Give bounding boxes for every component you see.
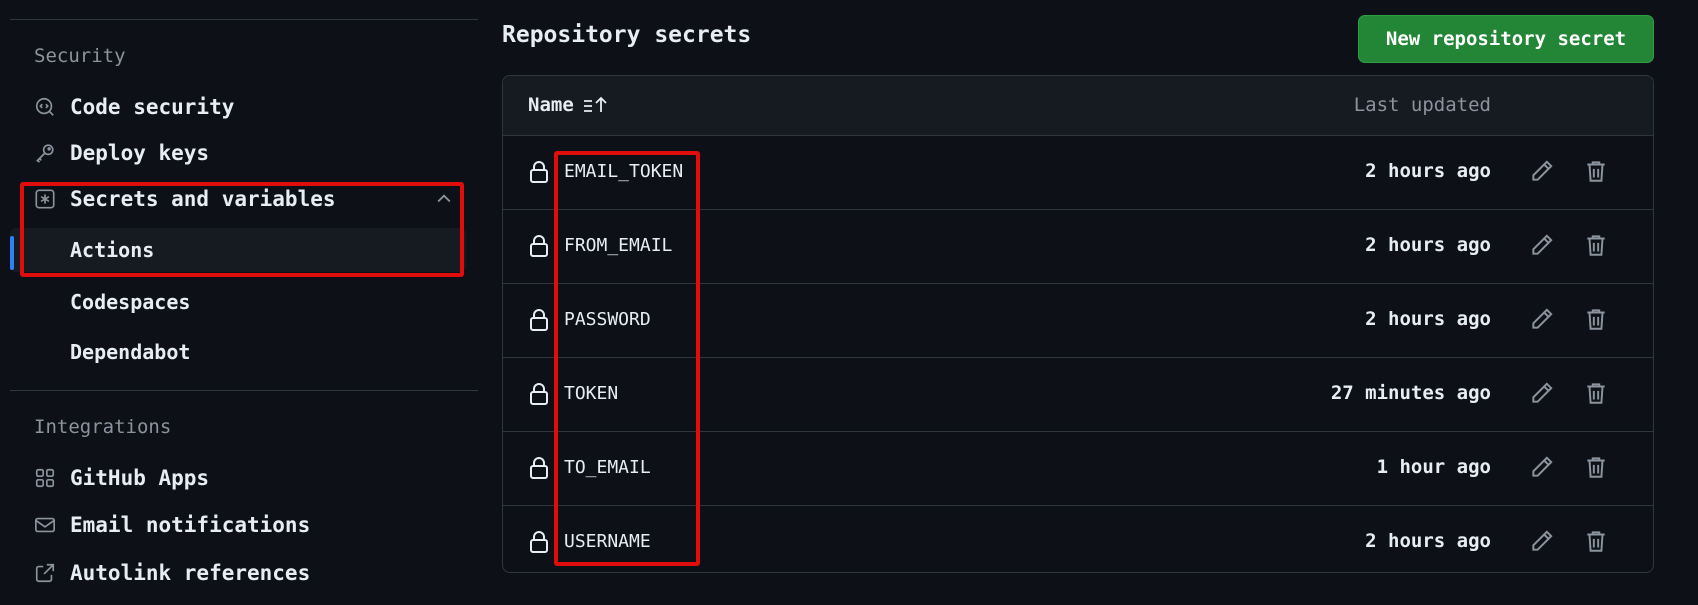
- sort-by-name-button[interactable]: Name: [528, 94, 608, 116]
- sidebar-item-label: Actions: [70, 238, 155, 262]
- table-row: TO_EMAIL 1 hour ago: [503, 432, 1653, 506]
- trash-icon[interactable]: [1583, 454, 1609, 480]
- sidebar-item-label: Code security: [70, 95, 235, 119]
- sidebar-item-actions[interactable]: Actions: [10, 228, 466, 272]
- lock-icon: [530, 309, 548, 331]
- pencil-icon[interactable]: [1529, 454, 1555, 480]
- sidebar-item-secrets-and-variables[interactable]: Secrets and variables: [10, 177, 466, 221]
- security-heading: Security: [34, 45, 126, 67]
- table-row: USERNAME 2 hours ago: [503, 506, 1653, 572]
- mail-icon: [34, 514, 56, 536]
- trash-icon[interactable]: [1583, 158, 1609, 184]
- table-header: Name Last updated: [503, 76, 1653, 136]
- table-row: TOKEN 27 minutes ago: [503, 358, 1653, 432]
- pencil-icon[interactable]: [1529, 306, 1555, 332]
- table-row: PASSWORD 2 hours ago: [503, 284, 1653, 358]
- chevron-up-icon: [434, 189, 454, 209]
- pencil-icon[interactable]: [1529, 158, 1555, 184]
- secret-last-updated: 2 hours ago: [1365, 160, 1491, 182]
- apps-icon: [34, 467, 56, 489]
- sidebar-divider: [10, 19, 478, 20]
- secrets-table: Name Last updated EMAIL_TOKEN 2 hours ag…: [502, 75, 1654, 573]
- column-header-name: Name: [528, 94, 574, 116]
- key-icon: [34, 142, 56, 164]
- secret-last-updated: 2 hours ago: [1365, 308, 1491, 330]
- trash-icon[interactable]: [1583, 306, 1609, 332]
- lock-icon: [530, 235, 548, 257]
- settings-sidebar: Security Code security Deploy keys Secre…: [0, 0, 478, 605]
- pencil-icon[interactable]: [1529, 528, 1555, 554]
- secret-last-updated: 2 hours ago: [1365, 234, 1491, 256]
- sort-ascending-icon: [583, 96, 607, 112]
- lock-icon: [530, 383, 548, 405]
- trash-icon[interactable]: [1583, 232, 1609, 258]
- sidebar-item-label: Codespaces: [70, 290, 191, 314]
- sidebar-item-code-security[interactable]: Code security: [10, 85, 466, 129]
- integrations-heading: Integrations: [34, 416, 172, 438]
- link-external-icon: [34, 562, 56, 584]
- sidebar-item-label: Secrets and variables: [70, 187, 336, 211]
- asterisk-icon: [34, 188, 56, 210]
- secret-last-updated: 1 hour ago: [1376, 456, 1491, 478]
- table-row: FROM_EMAIL 2 hours ago: [503, 210, 1653, 284]
- sidebar-item-codespaces[interactable]: Codespaces: [10, 280, 466, 324]
- trash-icon[interactable]: [1583, 528, 1609, 554]
- active-indicator: [10, 236, 14, 270]
- column-header-last-updated: Last updated: [1353, 94, 1491, 116]
- lock-icon: [530, 531, 548, 553]
- sidebar-item-deploy-keys[interactable]: Deploy keys: [10, 131, 466, 175]
- table-row: EMAIL_TOKEN 2 hours ago: [503, 136, 1653, 210]
- sidebar-item-autolink-references[interactable]: Autolink references: [10, 551, 466, 595]
- pencil-icon[interactable]: [1529, 232, 1555, 258]
- sidebar-item-label: Dependabot: [70, 340, 191, 364]
- secret-name: EMAIL_TOKEN: [564, 161, 684, 182]
- secret-last-updated: 27 minutes ago: [1330, 382, 1491, 404]
- sidebar-item-label: Deploy keys: [70, 141, 210, 165]
- pencil-icon[interactable]: [1529, 380, 1555, 406]
- secret-name: TO_EMAIL: [564, 457, 651, 478]
- trash-icon[interactable]: [1583, 380, 1609, 406]
- secret-name: TOKEN: [564, 383, 619, 404]
- sidebar-item-label: Autolink references: [70, 561, 311, 585]
- sidebar-item-label: GitHub Apps: [70, 466, 210, 490]
- secret-name: PASSWORD: [564, 309, 651, 330]
- page-title: Repository secrets: [502, 22, 752, 48]
- sidebar-item-email-notifications[interactable]: Email notifications: [10, 503, 466, 547]
- secret-name: FROM_EMAIL: [564, 235, 673, 256]
- secret-last-updated: 2 hours ago: [1365, 530, 1491, 552]
- lock-icon: [530, 161, 548, 183]
- lock-icon: [530, 457, 548, 479]
- sidebar-item-dependabot[interactable]: Dependabot: [10, 330, 466, 374]
- secret-name: USERNAME: [564, 531, 651, 552]
- sidebar-item-label: Email notifications: [70, 513, 311, 537]
- sidebar-divider: [10, 390, 478, 391]
- sidebar-item-github-apps[interactable]: GitHub Apps: [10, 456, 466, 500]
- new-repository-secret-button[interactable]: New repository secret: [1358, 15, 1654, 63]
- code-security-icon: [34, 96, 56, 118]
